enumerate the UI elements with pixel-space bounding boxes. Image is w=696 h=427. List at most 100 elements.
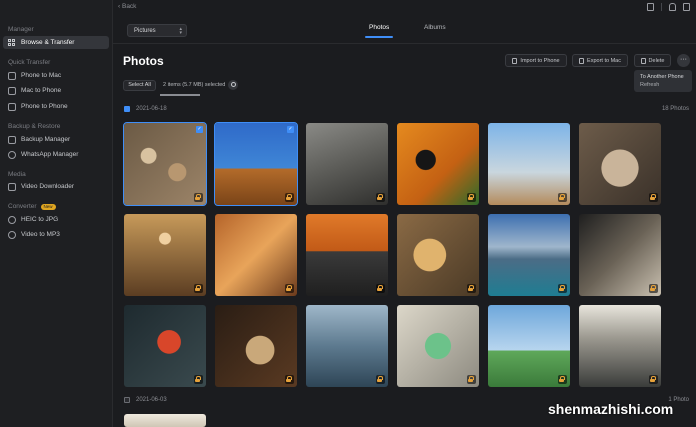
video-convert-icon — [8, 230, 16, 239]
date-group-header: 2021-06-18 — [124, 106, 167, 112]
divider — [661, 3, 662, 11]
sidebar-item-phone-to-phone[interactable]: Phone to Phone — [3, 100, 109, 113]
photo-thumbnail-mountain-lake[interactable] — [488, 214, 570, 296]
photo-thumbnail-feather[interactable] — [579, 214, 661, 296]
lock-icon — [467, 375, 476, 384]
sidebar-item-video-to-mp3[interactable]: Video to MP3 — [3, 228, 109, 241]
lock-icon — [376, 193, 385, 202]
group-date: 2021-06-18 — [136, 106, 167, 112]
divider — [113, 43, 696, 44]
backup-icon — [8, 135, 16, 144]
section-title-quick-transfer: Quick Transfer — [8, 59, 51, 66]
selected-check-icon[interactable]: ✓ — [196, 126, 203, 133]
page-title: Photos — [123, 54, 164, 68]
lock-icon — [649, 375, 658, 384]
date-group-header: 2021-06-03 — [124, 397, 167, 403]
theme-icon[interactable] — [683, 3, 690, 11]
whatsapp-icon — [8, 150, 16, 159]
category-select[interactable]: Pictures ▴ ▾ — [127, 24, 187, 37]
lock-icon — [285, 284, 294, 293]
more-button[interactable]: ··· — [677, 54, 690, 67]
tab-photos[interactable]: Photos — [369, 24, 389, 31]
photo-thumbnail-kitten[interactable] — [579, 123, 661, 205]
import-icon — [512, 57, 518, 64]
photo-thumbnail-bicycle-parts[interactable] — [215, 214, 297, 296]
search-icon[interactable] — [228, 80, 238, 90]
active-tab-indicator — [365, 36, 393, 38]
photo-thumbnail-olive-branch[interactable] — [397, 123, 479, 205]
sidebar: Manager Browse & Transfer Quick Transfer… — [0, 0, 113, 427]
photo-thumbnail-bride[interactable] — [488, 305, 570, 387]
delete-button[interactable]: Delete — [634, 54, 671, 67]
sidebar-item-label: Mac to Phone — [21, 87, 62, 94]
top-icons — [647, 3, 690, 11]
photo-thumbnail-tree-sunset[interactable]: ✓ — [214, 122, 298, 206]
sidebar-item-mac-to-phone[interactable]: Mac to Phone — [3, 84, 109, 97]
export-label: Export to Mac — [587, 57, 621, 64]
back-label: Back — [121, 3, 137, 10]
export-to-mac-button[interactable]: Export to Mac — [572, 54, 628, 67]
group-date: 2021-06-03 — [136, 397, 167, 403]
section-title-media: Media — [8, 171, 26, 178]
sidebar-item-label: Video Downloader — [21, 183, 74, 190]
sidebar-item-label: HEIC to JPG — [21, 216, 59, 223]
menu-item-refresh[interactable]: Refresh — [640, 81, 686, 89]
lock-icon — [467, 284, 476, 293]
group-checkbox[interactable] — [124, 397, 130, 403]
delete-label: Delete — [648, 57, 665, 64]
selection-info: 2 items (5.7 MB) selected — [163, 82, 226, 88]
more-menu: To Another Phone Refresh — [634, 70, 692, 92]
lock-icon — [376, 284, 385, 293]
phone-to-phone-icon — [8, 102, 16, 111]
sidebar-item-backup-manager[interactable]: Backup Manager — [3, 133, 109, 146]
menu-item-to-another-phone[interactable]: To Another Phone — [640, 73, 686, 81]
photo-thumbnail-road[interactable] — [306, 123, 388, 205]
bell-icon[interactable] — [669, 3, 676, 11]
sidebar-item-browse-transfer[interactable]: Browse & Transfer — [3, 36, 109, 49]
lock-icon — [376, 375, 385, 384]
grid-icon — [8, 38, 16, 47]
sidebar-item-video-downloader[interactable]: Video Downloader — [3, 180, 109, 193]
section-title-manager: Manager — [8, 26, 34, 33]
watermark: shenmazhishi.com — [548, 401, 674, 417]
photo-thumbnail-planet[interactable] — [215, 305, 297, 387]
heic-convert-icon — [8, 215, 16, 224]
photo-thumbnail-laptop-screen[interactable] — [579, 305, 661, 387]
select-all-button[interactable]: Select All — [123, 80, 156, 91]
photo-thumbnail-koi-fish[interactable] — [124, 305, 206, 387]
sidebar-item-label: Backup Manager — [21, 136, 71, 143]
group-checkbox[interactable] — [124, 106, 130, 112]
photo-thumbnail-hands-clay[interactable] — [397, 214, 479, 296]
photo-thumbnail-june-photo[interactable] — [124, 414, 206, 427]
chevron-updown-icon: ▴ ▾ — [179, 26, 182, 36]
import-to-phone-button[interactable]: Import to Phone — [505, 54, 567, 67]
download-icon — [8, 182, 16, 191]
device-icon[interactable] — [647, 3, 654, 11]
sidebar-item-phone-to-mac[interactable]: Phone to Mac — [3, 69, 109, 82]
photo-thumbnail-cyclist[interactable] — [488, 123, 570, 205]
photo-thumbnail-misty-mountains[interactable] — [306, 305, 388, 387]
new-badge: New — [40, 203, 56, 210]
lock-icon — [558, 375, 567, 384]
sidebar-item-label: Phone to Phone — [21, 103, 68, 110]
sidebar-item-label: WhatsApp Manager — [21, 151, 79, 158]
selected-check-icon[interactable]: ✓ — [287, 126, 294, 133]
sidebar-item-whatsapp-manager[interactable]: WhatsApp Manager — [3, 148, 109, 161]
load-progress — [160, 94, 200, 96]
category-select-value: Pictures — [134, 27, 156, 34]
photo-thumbnail-phone-case[interactable] — [397, 305, 479, 387]
sidebar-item-label: Browse & Transfer — [21, 39, 75, 46]
lock-icon — [467, 193, 476, 202]
photo-thumbnail-store-interior[interactable] — [124, 214, 206, 296]
import-label: Import to Phone — [520, 57, 560, 64]
section-title-converter: Converter New — [8, 203, 56, 210]
photo-thumbnail-cookies[interactable]: ✓ — [123, 122, 207, 206]
photo-thumbnail-orange-building[interactable] — [306, 214, 388, 296]
section-title-converter-text: Converter — [8, 203, 37, 210]
tab-albums[interactable]: Albums — [424, 24, 446, 31]
group-count: 18 Photos — [661, 106, 689, 112]
lock-icon — [649, 193, 658, 202]
back-button[interactable]: ‹ Back — [118, 3, 136, 10]
load-progress-fill — [160, 94, 200, 96]
sidebar-item-heic-to-jpg[interactable]: HEIC to JPG — [3, 213, 109, 226]
